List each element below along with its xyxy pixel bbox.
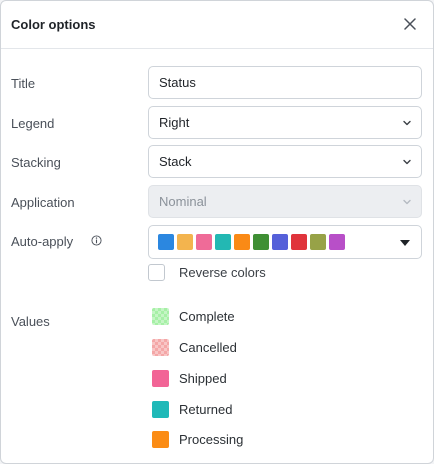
info-icon[interactable] — [91, 235, 102, 246]
value-color-swatch[interactable] — [152, 339, 169, 356]
application-select-value: Nominal — [159, 194, 207, 209]
value-label: Cancelled — [179, 340, 237, 355]
values-label: Values — [11, 314, 50, 329]
value-label: Complete — [179, 309, 235, 324]
value-label: Shipped — [179, 371, 227, 386]
legend-select-value: Right — [159, 115, 190, 130]
stacking-label: Stacking — [11, 155, 61, 170]
color-options-dialog: Color options Title Legend Right Stackin… — [0, 0, 434, 464]
legend-select[interactable]: Right — [148, 106, 422, 139]
application-label: Application — [11, 195, 75, 210]
title-label: Title — [11, 76, 36, 91]
reverse-colors-label: Reverse colors — [179, 265, 266, 280]
stacking-select[interactable]: Stack — [148, 145, 422, 178]
value-color-swatch[interactable] — [152, 370, 169, 387]
chevron-down-icon — [403, 199, 411, 205]
value-label: Processing — [179, 432, 244, 447]
close-button[interactable] — [401, 15, 419, 33]
reverse-colors-checkbox[interactable] — [148, 264, 165, 281]
palette-swatch — [272, 234, 288, 250]
palette-swatch — [215, 234, 231, 250]
dialog-header: Color options — [1, 1, 433, 49]
stacking-select-value: Stack — [159, 154, 192, 169]
palette-swatch — [158, 234, 174, 250]
legend-label: Legend — [11, 116, 55, 131]
palette-swatch — [234, 234, 250, 250]
palette-swatch — [196, 234, 212, 250]
close-icon — [404, 18, 416, 30]
caret-down-icon — [400, 240, 410, 246]
palette-swatch — [253, 234, 269, 250]
title-input-box[interactable] — [148, 66, 422, 99]
palette-swatch — [329, 234, 345, 250]
value-color-swatch[interactable] — [152, 308, 169, 325]
value-color-swatch[interactable] — [152, 431, 169, 448]
palette-swatch — [177, 234, 193, 250]
palette-select[interactable] — [148, 225, 422, 259]
chevron-down-icon — [403, 120, 411, 126]
palette-swatch — [310, 234, 326, 250]
value-color-swatch[interactable] — [152, 401, 169, 418]
chevron-down-icon — [403, 159, 411, 165]
value-label: Returned — [179, 402, 233, 417]
palette-swatches — [158, 234, 345, 250]
palette-swatch — [291, 234, 307, 250]
dialog-title: Color options — [11, 17, 96, 32]
application-select: Nominal — [148, 185, 422, 218]
auto-apply-label: Auto-apply — [11, 234, 74, 249]
title-input[interactable] — [159, 75, 421, 90]
